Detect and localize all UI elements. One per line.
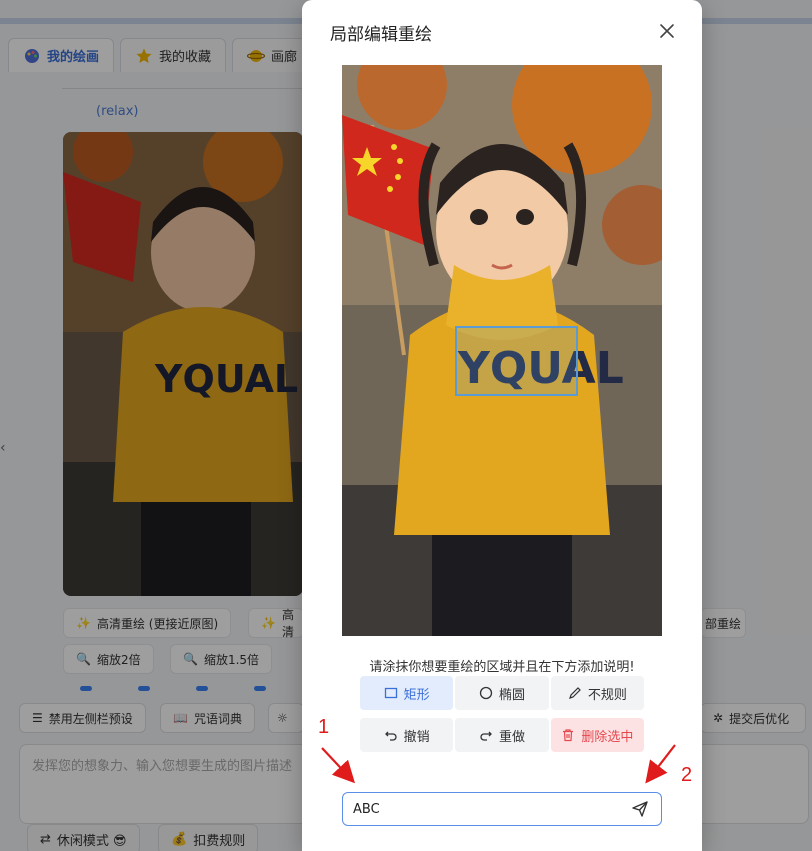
instruction-text: 请涂抹你想要重绘的区域并且在下方添加说明! (369, 660, 635, 675)
undo-icon (384, 731, 397, 741)
annotation-label-1: 1 (318, 716, 330, 738)
partial-redraw-modal: 局部编辑重绘 YQUAL 请涂抹你想要重绘的区域并且在下方添加说明! 矩形 椭圆… (302, 0, 702, 851)
send-icon (632, 801, 648, 817)
redraw-description-input[interactable] (353, 801, 629, 817)
shape-freeform-button[interactable]: 不规则 (550, 676, 644, 710)
annotation-label-2: 2 (681, 764, 693, 786)
trash-icon (563, 729, 574, 742)
close-icon (660, 24, 674, 38)
close-button[interactable] (656, 20, 678, 42)
shape-selector: 矩形 椭圆 不规则 (360, 676, 644, 710)
send-button[interactable] (629, 798, 651, 820)
undo-button[interactable]: 撤销 (360, 718, 454, 752)
square-icon (384, 687, 397, 699)
delete-selected-button[interactable]: 删除选中 (550, 718, 644, 752)
pencil-icon (568, 687, 581, 699)
redo-icon (480, 731, 492, 741)
redraw-description-field[interactable] (342, 792, 662, 826)
selection-rectangle[interactable] (455, 326, 578, 396)
edit-canvas[interactable]: YQUAL (342, 65, 662, 636)
circle-icon (479, 686, 493, 700)
shape-ellipse-button[interactable]: 椭圆 (455, 676, 549, 710)
shape-rectangle-button[interactable]: 矩形 (360, 676, 454, 710)
action-buttons: 撤销 重做 删除选中 (360, 718, 644, 752)
redo-button[interactable]: 重做 (455, 718, 549, 752)
modal-title: 局部编辑重绘 (330, 25, 432, 45)
